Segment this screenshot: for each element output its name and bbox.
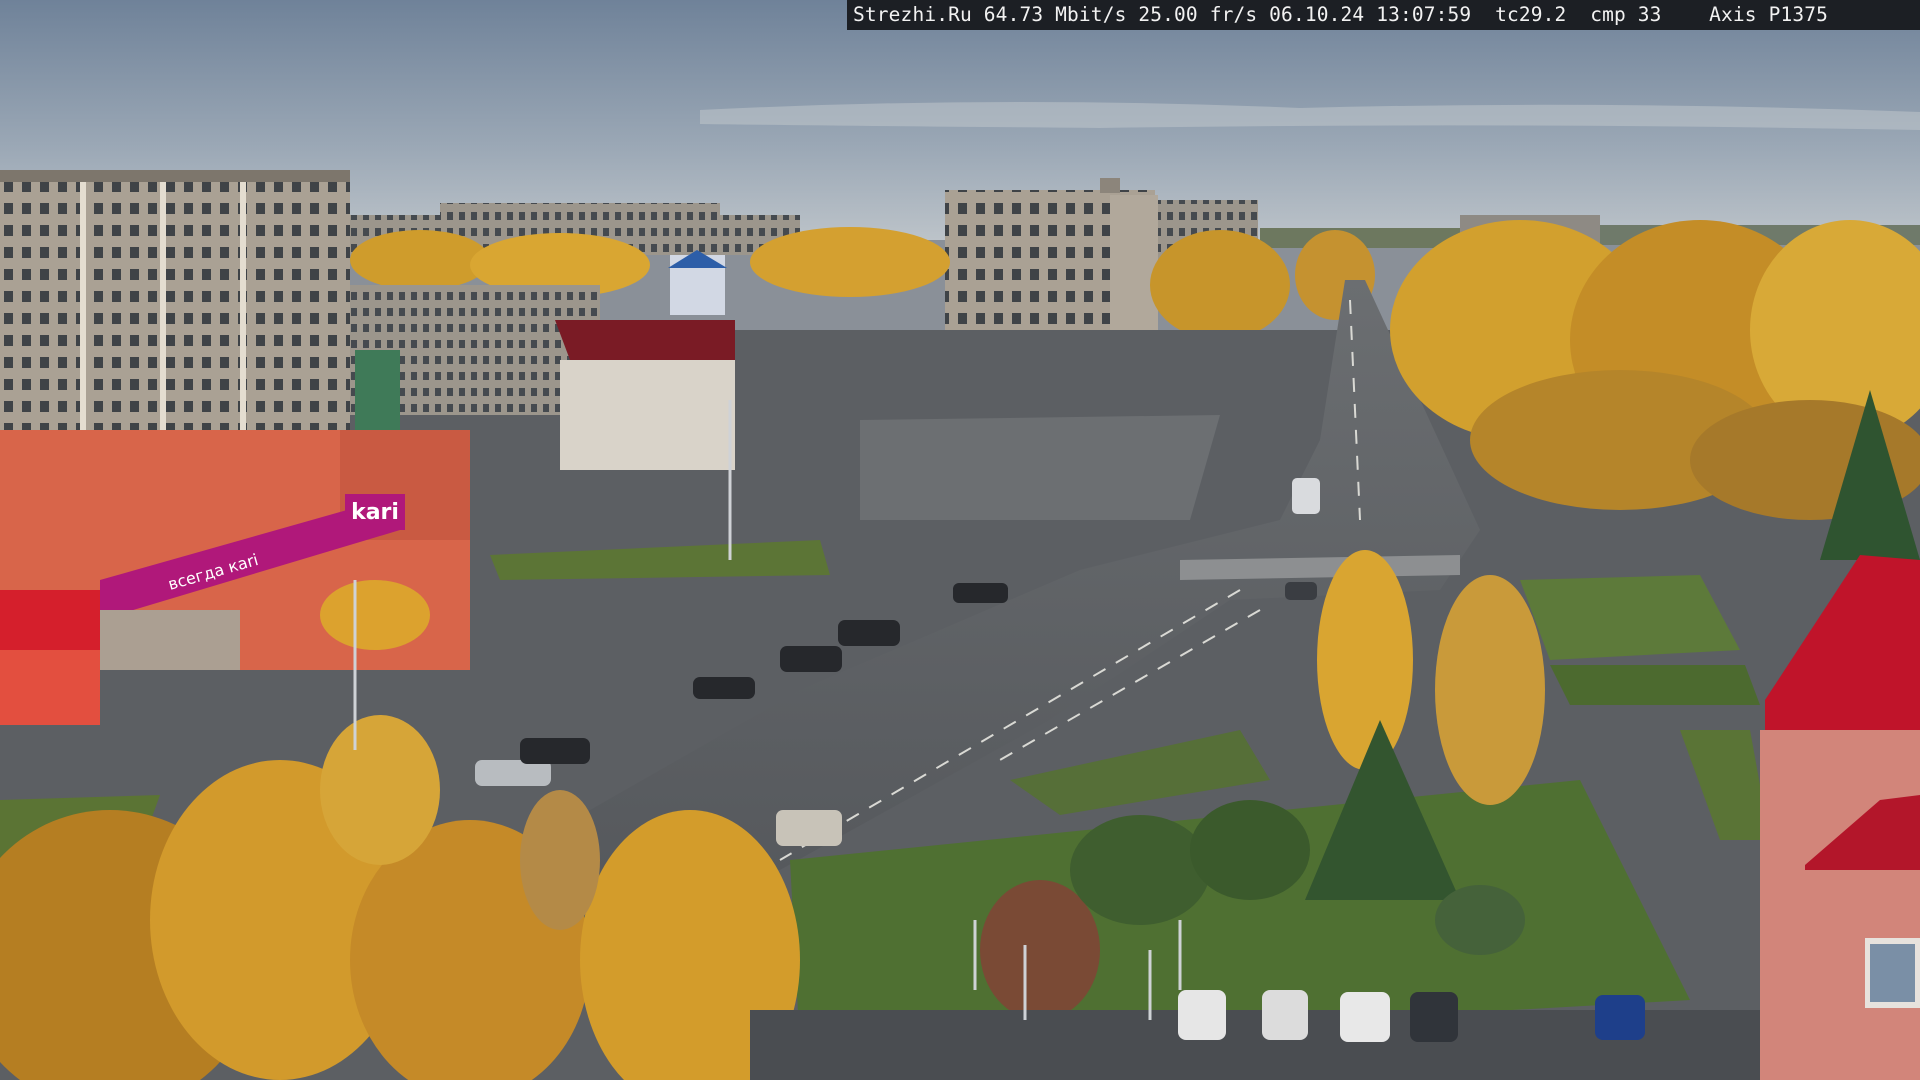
overlay-bitrate: 64.73 Mbit/s <box>983 3 1127 26</box>
overlay-tc: tc29.2 <box>1495 3 1567 26</box>
overlay-site: Strezhi.Ru <box>853 3 972 26</box>
camera-status-overlay: Strezhi.Ru 64.73 Mbit/s 25.00 fr/s 06.10… <box>847 0 1920 30</box>
overlay-time: 13:07:59 <box>1376 3 1472 26</box>
overlay-fps: 25.00 fr/s <box>1138 3 1258 26</box>
overlay-date: 06.10.24 <box>1269 3 1365 26</box>
overlay-cmp: cmp 33 <box>1590 3 1662 26</box>
street-scene: kari всегда кari <box>0 0 1920 1080</box>
plaza <box>860 415 1220 520</box>
store-logo-text: kari <box>351 500 399 525</box>
overlay-camera-model: Axis P1375 <box>1709 3 1829 26</box>
